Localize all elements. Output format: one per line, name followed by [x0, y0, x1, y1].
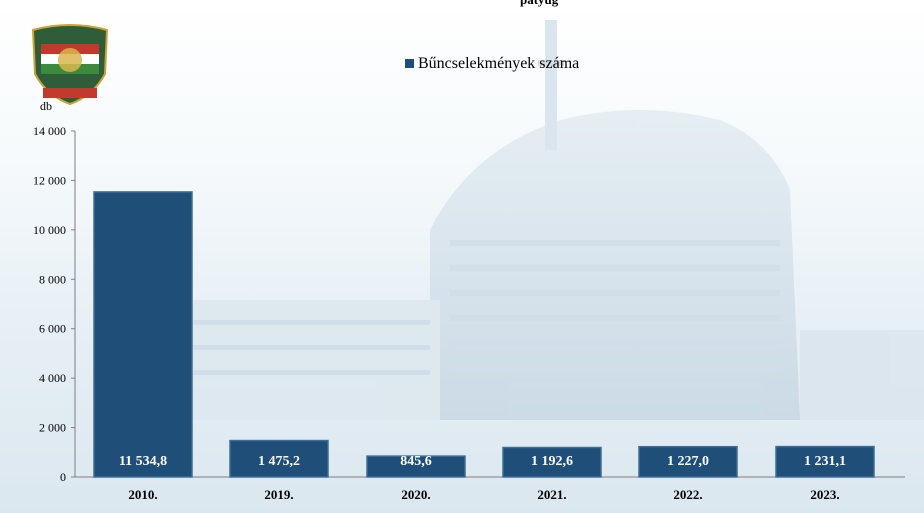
y-tick-label: 0	[60, 470, 66, 484]
y-tick-label: 2 000	[39, 421, 66, 435]
bar-data-label: 845,6	[400, 454, 432, 469]
bar-data-label: 11 534,8	[119, 454, 167, 469]
x-category-label: 2020.	[401, 487, 430, 502]
bars: 11 534,8 1 475,2 845,6 1 192,6 1 227,0 1 231,…	[93, 191, 875, 478]
y-tick-label: 4 000	[39, 371, 66, 385]
bar-chart: db 0 2 000 4 000 6 000 8 000 10 000 12 000 14 0…	[31, 24, 905, 502]
y-tick-label: 10 000	[33, 223, 66, 237]
y-tick-label: 6 000	[39, 322, 66, 336]
legend-label: Bűncselekmények száma	[418, 55, 579, 72]
x-category-label: 2021.	[537, 487, 566, 502]
bar-data-label: 1 227,0	[667, 454, 709, 469]
bar-data-label: 1 192,6	[531, 454, 573, 469]
y-tick-label: 14 000	[33, 124, 66, 138]
y-tick-label: 8 000	[39, 272, 66, 286]
x-category-label: 2022.	[673, 487, 702, 502]
bar	[93, 191, 193, 478]
chart-slide: patyug	[0, 0, 924, 513]
legend: Bűncselekmények száma	[405, 55, 579, 72]
x-category-label: 2010.	[128, 487, 157, 502]
y-axis-label: db	[40, 99, 52, 113]
bar-data-label: 1 231,1	[804, 454, 846, 469]
x-axis-labels: 2010. 2019. 2020. 2021. 2022. 2023.	[128, 487, 839, 502]
legend-swatch	[405, 59, 414, 68]
x-category-label: 2019.	[264, 487, 293, 502]
bar-data-label: 1 475,2	[258, 454, 300, 469]
x-category-label: 2023.	[810, 487, 839, 502]
police-logo	[31, 24, 109, 106]
y-tick-label: 12 000	[33, 173, 66, 187]
